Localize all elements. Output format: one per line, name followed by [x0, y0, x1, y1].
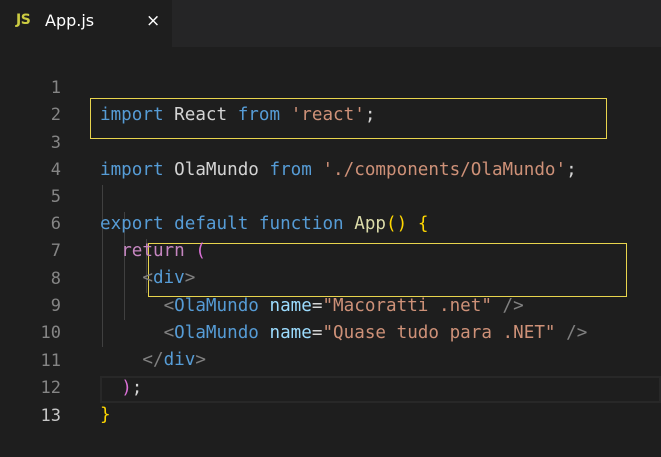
code-line: 7 <div> — [0, 211, 661, 288]
code-line: 6 return ( — [0, 184, 661, 261]
code-line: 5 export default function App() { — [0, 157, 661, 234]
tab-bar: JS App.js × — [0, 0, 661, 47]
code-line: 12 } — [0, 348, 661, 425]
code-line: 3 import OlaMundo from './components/Ola… — [0, 103, 661, 180]
code-line: 2 — [0, 75, 661, 125]
tab-app-js[interactable]: JS App.js × — [0, 0, 172, 47]
line-number: 13 — [40, 406, 61, 426]
javascript-file-icon: JS — [16, 12, 31, 28]
code-line: 4 — [0, 130, 661, 180]
code-line: 13 — [0, 376, 661, 426]
code-line: 10 </div> — [0, 293, 661, 370]
close-icon[interactable]: × — [146, 11, 160, 31]
line-content: } — [100, 402, 111, 429]
token-bracket: } — [100, 405, 111, 425]
tab-filename: App.js — [45, 11, 95, 30]
code-line: 8 <OlaMundo name="Macoratti .net" /> — [0, 239, 661, 316]
code-editor[interactable]: 1 import React from 'react'; 2 3 import … — [0, 47, 661, 426]
code-line: 9 <OlaMundo name="Quase tudo para .NET" … — [0, 266, 661, 343]
code-line: 1 import React from 'react'; — [0, 48, 661, 125]
code-line: 11 ); — [0, 321, 661, 398]
